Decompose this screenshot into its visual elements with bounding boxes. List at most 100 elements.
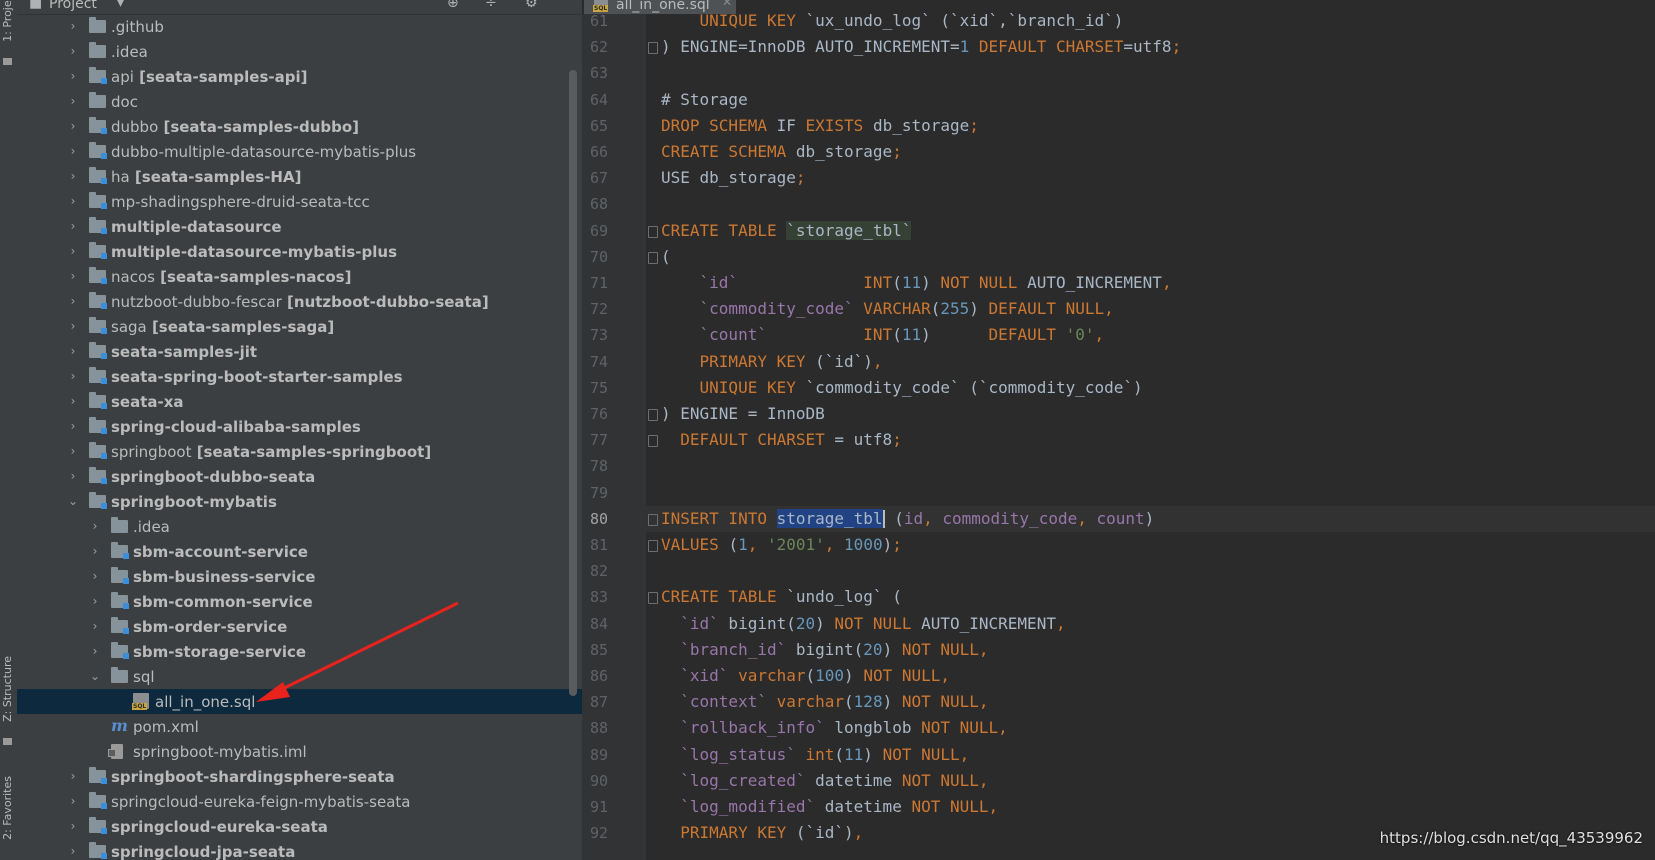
line-number[interactable]: 90 bbox=[582, 772, 608, 790]
line-number[interactable]: 74 bbox=[582, 353, 608, 371]
line-number[interactable]: 65 bbox=[582, 117, 608, 135]
chevron-right-icon[interactable]: › bbox=[89, 544, 101, 558]
line-number[interactable]: 82 bbox=[582, 562, 608, 580]
chevron-right-icon[interactable]: › bbox=[67, 194, 79, 208]
code-line[interactable]: CREATE TABLE `storage_tbl` bbox=[661, 218, 912, 244]
line-number[interactable]: 88 bbox=[582, 719, 608, 737]
line-number[interactable]: 75 bbox=[582, 379, 608, 397]
tree-item[interactable]: › springcloud-eureka-feign-mybatis-seata bbox=[17, 789, 582, 814]
fold-marker-icon[interactable] bbox=[648, 225, 658, 238]
code-line[interactable]: UNIQUE KEY `ux_undo_log` (`xid`,`branch_… bbox=[661, 8, 1124, 34]
tree-item[interactable]: › doc bbox=[17, 89, 582, 114]
code-line[interactable]: CREATE SCHEMA db_storage; bbox=[661, 139, 902, 165]
line-number[interactable]: 63 bbox=[582, 64, 608, 82]
gear-icon[interactable]: ⚙ bbox=[525, 0, 538, 11]
line-number[interactable]: 78 bbox=[582, 457, 608, 475]
line-number[interactable]: 67 bbox=[582, 169, 608, 187]
line-number[interactable]: 79 bbox=[582, 484, 608, 502]
code-line[interactable]: `log_modified` datetime NOT NULL, bbox=[661, 794, 998, 820]
tree-item[interactable]: › ha [seata-samples-HA] bbox=[17, 164, 582, 189]
chevron-right-icon[interactable]: › bbox=[67, 469, 79, 483]
tree-item[interactable]: › api [seata-samples-api] bbox=[17, 64, 582, 89]
chevron-right-icon[interactable]: › bbox=[67, 419, 79, 433]
code-line[interactable]: `branch_id` bigint(20) NOT NULL, bbox=[661, 637, 988, 663]
tree-item[interactable]: › springcloud-jpa-seata bbox=[17, 839, 582, 860]
line-number[interactable]: 66 bbox=[582, 143, 608, 161]
line-number[interactable]: 84 bbox=[582, 615, 608, 633]
tree-item[interactable]: › sbm-storage-service bbox=[17, 639, 582, 664]
chevron-down-icon[interactable]: ⌄ bbox=[89, 669, 101, 683]
chevron-right-icon[interactable]: › bbox=[67, 19, 79, 33]
line-number[interactable]: 76 bbox=[582, 405, 608, 423]
chevron-right-icon[interactable]: › bbox=[67, 94, 79, 108]
tree-item[interactable]: › dubbo-multiple-datasource-mybatis-plus bbox=[17, 139, 582, 164]
line-number[interactable]: 92 bbox=[582, 824, 608, 842]
code-line[interactable]: `rollback_info` longblob NOT NULL, bbox=[661, 715, 1008, 741]
chevron-right-icon[interactable]: › bbox=[67, 319, 79, 333]
tree-item[interactable]: › multiple-datasource bbox=[17, 214, 582, 239]
chevron-right-icon[interactable]: › bbox=[67, 144, 79, 158]
chevron-right-icon[interactable]: › bbox=[67, 344, 79, 358]
code-line[interactable]: `log_created` datetime NOT NULL, bbox=[661, 768, 988, 794]
line-number[interactable]: 91 bbox=[582, 798, 608, 816]
code-line[interactable]: PRIMARY KEY (`id`), bbox=[661, 820, 863, 846]
tree-item[interactable]: › multiple-datasource-mybatis-plus bbox=[17, 239, 582, 264]
line-number[interactable]: 62 bbox=[582, 38, 608, 56]
chevron-right-icon[interactable]: › bbox=[67, 44, 79, 58]
chevron-right-icon[interactable]: › bbox=[67, 269, 79, 283]
project-panel-title[interactable]: Project bbox=[49, 0, 97, 12]
line-number[interactable]: 89 bbox=[582, 746, 608, 764]
line-number[interactable]: 72 bbox=[582, 300, 608, 318]
project-tool-button[interactable]: 1: Project bbox=[1, 0, 14, 42]
code-line[interactable]: `xid` varchar(100) NOT NULL, bbox=[661, 663, 950, 689]
line-number[interactable]: 71 bbox=[582, 274, 608, 292]
chevron-right-icon[interactable]: › bbox=[67, 794, 79, 808]
chevron-right-icon[interactable]: › bbox=[67, 119, 79, 133]
code-line[interactable]: ( bbox=[661, 244, 671, 270]
chevron-right-icon[interactable]: › bbox=[67, 169, 79, 183]
code-line[interactable]: `log_status` int(11) NOT NULL, bbox=[661, 742, 969, 768]
fold-marker-icon[interactable] bbox=[648, 42, 658, 55]
tree-item[interactable]: › springboot [seata-samples-springboot] bbox=[17, 439, 582, 464]
tree-item[interactable]: › seata-spring-boot-starter-samples bbox=[17, 364, 582, 389]
tree-item[interactable]: › saga [seata-samples-saga] bbox=[17, 314, 582, 339]
code-line[interactable]: # Storage bbox=[661, 87, 748, 113]
code-line[interactable]: USE db_storage; bbox=[661, 165, 806, 191]
fold-marker-icon[interactable] bbox=[648, 251, 658, 264]
line-number[interactable]: 81 bbox=[582, 536, 608, 554]
favorites-tool-button[interactable]: 2: Favorites bbox=[1, 776, 14, 840]
tree-item[interactable]: › .idea bbox=[17, 514, 582, 539]
code-line[interactable]: `commodity_code` VARCHAR(255) DEFAULT NU… bbox=[661, 296, 1114, 322]
code-line[interactable]: DEFAULT CHARSET = utf8; bbox=[661, 427, 902, 453]
tree-item[interactable]: ⌄ sql bbox=[17, 664, 582, 689]
chevron-right-icon[interactable]: › bbox=[67, 69, 79, 83]
chevron-down-icon[interactable]: ⌄ bbox=[67, 494, 79, 508]
chevron-right-icon[interactable]: › bbox=[67, 219, 79, 233]
tree-item[interactable]: › seata-samples-jit bbox=[17, 339, 582, 364]
line-number[interactable]: 64 bbox=[582, 91, 608, 109]
tree-item[interactable]: › spring-cloud-alibaba-samples bbox=[17, 414, 582, 439]
code-line[interactable]: ) ENGINE=InnoDB AUTO_INCREMENT=1 DEFAULT… bbox=[661, 34, 1181, 60]
line-number[interactable]: 87 bbox=[582, 693, 608, 711]
tree-item[interactable]: › sbm-account-service bbox=[17, 539, 582, 564]
chevron-right-icon[interactable]: › bbox=[89, 619, 101, 633]
fold-marker-icon[interactable] bbox=[648, 513, 658, 526]
line-number[interactable]: 83 bbox=[582, 588, 608, 606]
line-number[interactable]: 85 bbox=[582, 641, 608, 659]
tree-item[interactable]: › dubbo [seata-samples-dubbo] bbox=[17, 114, 582, 139]
tree-item[interactable]: › springcloud-eureka-seata bbox=[17, 814, 582, 839]
fold-marker-icon[interactable] bbox=[648, 409, 658, 421]
tree-item[interactable]: › .idea bbox=[17, 39, 582, 64]
chevron-right-icon[interactable]: › bbox=[67, 444, 79, 458]
code-line[interactable]: CREATE TABLE `undo_log` ( bbox=[661, 584, 902, 610]
code-line[interactable]: PRIMARY KEY (`id`), bbox=[661, 349, 883, 375]
tree-item[interactable]: › springboot-shardingsphere-seata bbox=[17, 764, 582, 789]
code-line[interactable]: `context` varchar(128) NOT NULL, bbox=[661, 689, 988, 715]
chevron-right-icon[interactable]: › bbox=[89, 569, 101, 583]
chevron-right-icon[interactable]: › bbox=[67, 769, 79, 783]
chevron-right-icon[interactable]: › bbox=[89, 519, 101, 533]
locate-file-icon[interactable]: ⊕ bbox=[447, 0, 459, 11]
chevron-right-icon[interactable]: › bbox=[67, 369, 79, 383]
tree-item[interactable]: › seata-xa bbox=[17, 389, 582, 414]
collapse-all-icon[interactable]: ÷ bbox=[485, 0, 497, 11]
